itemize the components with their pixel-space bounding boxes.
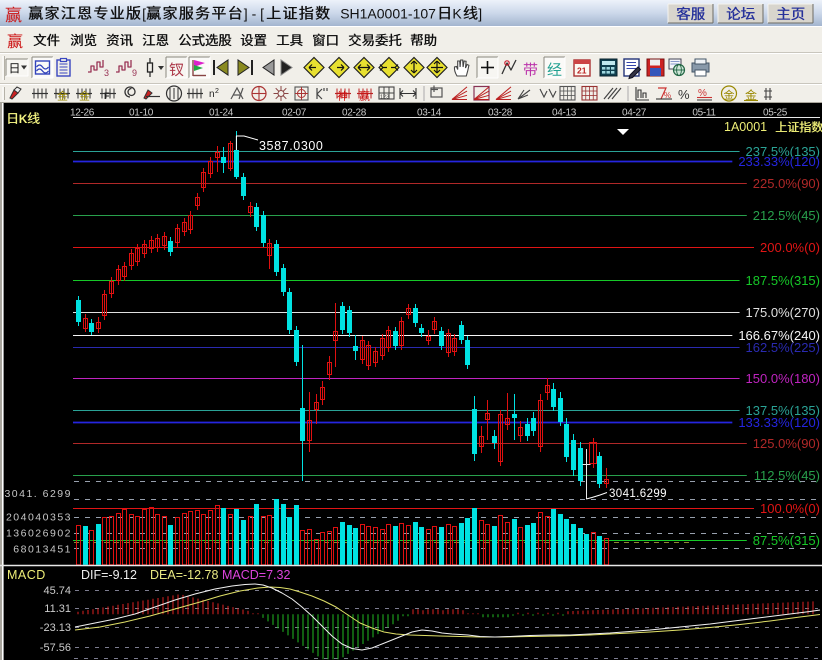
svg-text:02-28: 02-28: [342, 108, 367, 119]
svg-text:125.0%(90): 125.0%(90): [753, 436, 820, 451]
svg-text:11.31: 11.31: [44, 603, 71, 615]
svg-text:-23.13: -23.13: [40, 622, 71, 634]
svg-text:SH1A0001-107: SH1A0001-107: [340, 6, 436, 22]
svg-text:21: 21: [577, 66, 587, 76]
svg-text:DIF=-9.12: DIF=-9.12: [81, 568, 137, 582]
svg-text:K: K: [452, 6, 462, 22]
svg-text:] - [: ] - [: [244, 6, 264, 22]
svg-text:225.0%(90): 225.0%(90): [753, 176, 820, 191]
svg-text:3587.0300: 3587.0300: [259, 139, 324, 153]
svg-text:MACD: MACD: [7, 568, 46, 582]
svg-text:03-14: 03-14: [417, 108, 442, 119]
svg-text:100.0%(0): 100.0%(0): [760, 501, 820, 516]
svg-text:112.5%(45): 112.5%(45): [754, 468, 820, 483]
svg-text:-57.56: -57.56: [40, 642, 71, 654]
svg-text:123: 123: [380, 95, 389, 101]
svg-text:204040353: 204040353: [6, 512, 72, 524]
svg-text:05-11: 05-11: [692, 108, 716, 119]
svg-text:233.33%(120): 233.33%(120): [738, 154, 820, 169]
svg-text:05-25: 05-25: [763, 108, 788, 119]
svg-text:04-13: 04-13: [552, 108, 577, 119]
svg-text:K: K: [19, 112, 28, 126]
svg-text:04-27: 04-27: [622, 108, 647, 119]
svg-text:[: [: [142, 6, 146, 22]
svg-text:02-07: 02-07: [282, 108, 307, 119]
svg-text:133.33%(120): 133.33%(120): [738, 415, 820, 430]
svg-text:200.0%(0): 200.0%(0): [760, 240, 820, 255]
svg-text:45.74: 45.74: [43, 585, 71, 597]
svg-text:01-10: 01-10: [129, 108, 154, 119]
svg-text:9: 9: [132, 68, 137, 78]
svg-text:150.0%(180): 150.0%(180): [746, 371, 820, 386]
svg-text:2: 2: [215, 88, 219, 95]
svg-text:DEA=-12.78: DEA=-12.78: [150, 568, 218, 582]
svg-text:1A0001: 1A0001: [724, 120, 767, 134]
svg-text:]: ]: [478, 6, 482, 22]
svg-text:F: F: [104, 91, 110, 101]
svg-text:3: 3: [104, 68, 109, 78]
svg-text:MACD=7.32: MACD=7.32: [222, 568, 290, 582]
svg-text:68013451: 68013451: [13, 544, 72, 556]
svg-text:162.5%(225): 162.5%(225): [746, 340, 820, 355]
svg-text:n: n: [209, 89, 215, 100]
svg-text:%: %: [664, 91, 671, 100]
svg-text:01-24: 01-24: [209, 108, 234, 119]
svg-text:03-28: 03-28: [488, 108, 513, 119]
svg-text:87.5%(315): 87.5%(315): [753, 533, 820, 548]
svg-text:%: %: [678, 87, 690, 102]
svg-text:3041. 6299: 3041. 6299: [4, 488, 72, 500]
svg-text:3041.6299: 3041.6299: [609, 488, 667, 500]
svg-text:187.5%(315): 187.5%(315): [746, 273, 820, 288]
svg-text:136026902: 136026902: [6, 528, 72, 540]
svg-text:175.0%(270): 175.0%(270): [746, 305, 820, 320]
svg-text:12-26: 12-26: [70, 108, 95, 119]
svg-text:212.5%(45): 212.5%(45): [753, 208, 820, 223]
